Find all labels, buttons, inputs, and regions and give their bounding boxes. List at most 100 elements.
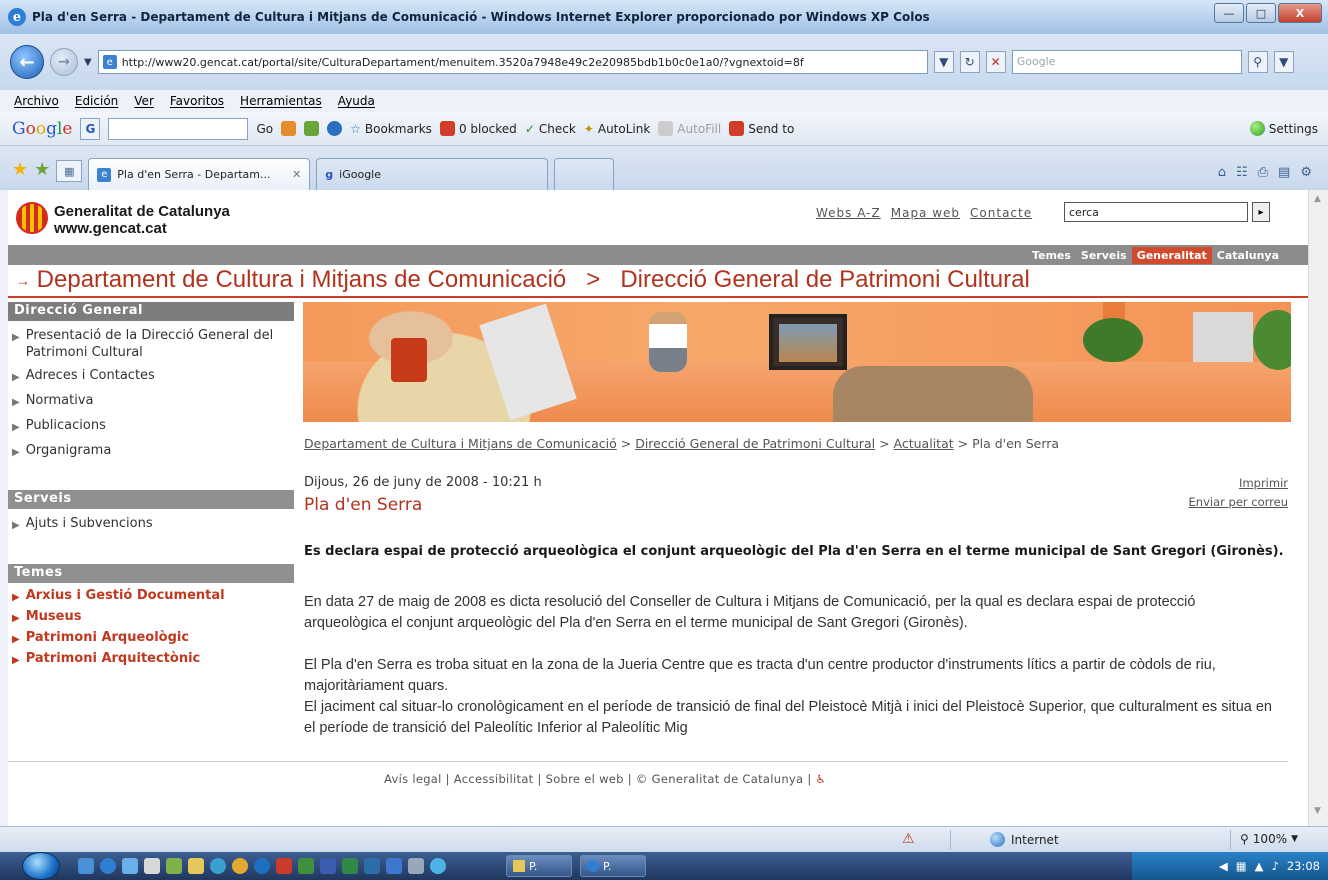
page-menu-icon[interactable]: ▤ [1278,165,1290,180]
dept-title-link[interactable]: Departament de Cultura i Mitjans de Comu… [37,266,567,293]
maximize-button[interactable]: □ [1246,3,1276,23]
breadcrumb-link-departament[interactable]: Departament de Cultura i Mitjans de Comu… [304,436,617,451]
sidebar-item-normativa[interactable]: ▶ Normativa [8,389,294,414]
nav-temes[interactable]: Temes [1027,247,1076,264]
settings-button[interactable]: Settings [1249,121,1318,136]
sidebar-item-museus[interactable]: ▶ Museus [8,607,294,628]
tools-gear-icon[interactable]: ⚙ [1300,165,1312,180]
app-icon[interactable] [276,858,292,874]
minimize-button[interactable]: — [1214,3,1244,23]
app-icon[interactable] [430,858,446,874]
tray-expand-icon[interactable]: ◀ [1219,859,1228,873]
quick-tabs-button[interactable]: ▦ [56,160,83,182]
sidebar-item-adreces[interactable]: ▶ Adreces i Contactes [8,364,294,389]
app-icon[interactable] [166,858,182,874]
zoom-control[interactable]: ⚲ 100% ▼ [1240,832,1298,846]
sidebar-item-organigrama[interactable]: ▶ Organigrama [8,439,294,464]
stop-button[interactable]: ✕ [985,51,1006,73]
site-search-button[interactable]: ▸ [1252,202,1270,222]
menu-ver[interactable]: Ver [134,94,154,108]
back-button[interactable]: ← [10,45,44,79]
sidebar-item-arquitectonic[interactable]: ▶ Patrimoni Arquitectònic [8,649,294,670]
favorites-star-icon[interactable]: ★ [12,159,28,180]
desktop-icon[interactable] [78,858,94,874]
accessibility-icon[interactable]: ♿ [816,772,827,786]
hp-icon[interactable] [386,858,402,874]
sidebar-item-presentacio[interactable]: ▶ Presentació de la Direcció General del … [8,321,294,364]
address-field[interactable]: e http://www20.gencat.cat/portal/site/Cu… [97,50,928,74]
vertical-scrollbar[interactable]: ▲ ▼ [1308,190,1328,826]
explorer-icon[interactable] [122,858,138,874]
footer-link-avis-legal[interactable]: Avís legal [384,772,442,786]
start-button[interactable] [22,852,60,880]
app-icon[interactable] [254,858,270,874]
menu-ayuda[interactable]: Ayuda [338,94,375,108]
print-icon[interactable]: ⎙ [1258,165,1268,180]
subdept-title-link[interactable]: Direcció General de Patrimoni Cultural [620,266,1030,293]
link-webs-az[interactable]: Webs A-Z [816,206,881,220]
blocked-content-icon[interactable]: ⚠ [902,831,915,847]
sidebar-item-arqueologic[interactable]: ▶ Patrimoni Arqueològic [8,628,294,649]
nav-catalunya[interactable]: Catalunya [1212,247,1284,264]
breadcrumb-link-actualitat[interactable]: Actualitat [894,436,954,451]
word-icon[interactable] [320,858,336,874]
generalitat-logo-icon[interactable] [16,202,48,234]
taskbar-button-ie[interactable]: P. [580,855,646,877]
spellcheck-button[interactable]: ✓ Check [525,122,576,136]
bookmarks-button[interactable]: ☆ Bookmarks [350,122,432,136]
drive-icon[interactable] [144,858,160,874]
refresh-button[interactable]: ↻ [959,51,980,73]
close-tab-icon[interactable]: ✕ [292,168,301,181]
email-link[interactable]: Enviar per correu [1189,493,1288,512]
popup-blocker-button[interactable]: 0 blocked [439,121,517,136]
nav-serveis[interactable]: Serveis [1076,247,1132,264]
puzzle-icon[interactable] [304,121,320,136]
excel-icon[interactable] [342,858,358,874]
history-dropdown-icon[interactable]: ▼ [84,57,92,68]
app-icon[interactable] [298,858,314,874]
google-menu-button[interactable]: G [80,117,101,140]
home-icon[interactable]: ⌂ [1218,165,1226,180]
menu-archivo[interactable]: Archivo [14,94,59,108]
search-input[interactable]: Google [1011,50,1242,74]
footer-link-sobre-el-web[interactable]: Sobre el web [546,772,624,786]
scroll-down-icon[interactable]: ▼ [1314,806,1321,816]
org-name[interactable]: Generalitat de Catalunya www.gencat.cat [54,203,230,237]
sidebar-item-publicacions[interactable]: ▶ Publicacions [8,414,294,439]
new-tab-button[interactable] [554,158,615,190]
print-link[interactable]: Imprimir [1189,474,1288,493]
printer-icon[interactable] [408,858,424,874]
news-icon[interactable] [281,121,297,136]
clock[interactable]: 23:08 [1287,859,1320,873]
site-search-input[interactable]: cerca [1064,202,1248,222]
photoshop-icon[interactable] [364,858,380,874]
forward-button[interactable]: → [50,48,78,76]
close-button[interactable]: X [1278,3,1322,23]
feeds-icon[interactable]: ☷ [1236,165,1248,180]
tab-igoogle[interactable]: g iGoogle [316,158,549,190]
link-mapa-web[interactable]: Mapa web [891,206,960,220]
scroll-up-icon[interactable]: ▲ [1314,194,1321,204]
taskbar-button-folder[interactable]: P. [506,855,572,877]
autolink-button[interactable]: ✦ AutoLink [584,122,651,136]
menu-herramientas[interactable]: Herramientas [240,94,322,108]
link-contacte[interactable]: Contacte [970,206,1032,220]
menu-favoritos[interactable]: Favoritos [170,94,224,108]
go-button[interactable]: Go [256,122,273,136]
ie-icon[interactable] [100,858,116,874]
security-zone[interactable]: Internet [990,832,1059,847]
send-to-button[interactable]: Send to [729,121,794,136]
tab-pla-den-serra[interactable]: e Pla d'en Serra - Departam... ✕ [88,158,311,190]
nav-generalitat[interactable]: Generalitat [1131,247,1212,264]
address-dropdown-button[interactable]: ▼ [933,51,954,73]
menu-edicion[interactable]: Edición [75,94,118,108]
sidebar-item-ajuts[interactable]: ▶ Ajuts i Subvencions [8,509,294,537]
search-button[interactable]: ⚲ [1247,51,1268,73]
network-icon[interactable]: ▦ [1236,859,1247,873]
footer-link-accessibilitat[interactable]: Accessibilitat [454,772,534,786]
sidebar-item-arxius[interactable]: ▶ Arxius i Gestió Documental [8,583,294,607]
globe-icon[interactable] [327,121,343,136]
folder-icon[interactable] [188,858,204,874]
app-icon[interactable] [210,858,226,874]
autofill-button[interactable]: AutoFill [658,121,721,136]
